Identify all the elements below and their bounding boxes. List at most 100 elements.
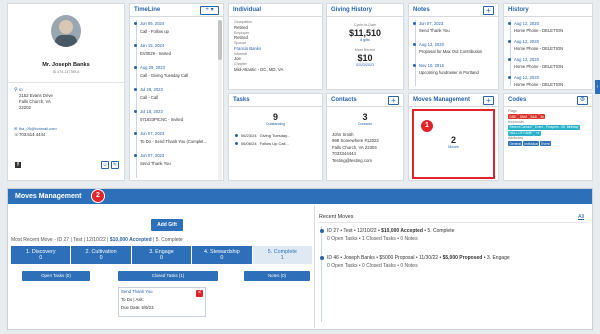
recent-move-item[interactable]: ID 27 • Test • 12/10/22 • $10,000 Accept…: [319, 228, 589, 242]
timeline-item[interactable]: Jun 05, 2024 Call - Follow up: [130, 21, 218, 34]
recent-date[interactable]: 02/23/2023: [327, 63, 403, 68]
timeline-text: Call - Call: [140, 95, 159, 100]
flag-tag[interactable]: 5x: [539, 114, 546, 119]
flag-tag[interactable]: BAD: [529, 114, 539, 119]
history-date: Aug 12, 2020: [514, 39, 539, 44]
stage-tab[interactable]: 1. Discovery 0: [11, 246, 72, 264]
stage-tab[interactable]: 2. Cultivation 0: [71, 246, 132, 264]
note-text: Send Thank You: [419, 28, 450, 33]
note-item[interactable]: Nov 10, 2015 Upcoming fundraiser in Portl…: [409, 63, 498, 75]
move-amount: $5,000 Proposed: [442, 255, 483, 261]
history-item[interactable]: Aug 12, 2020 Home Phone - DELETION: [504, 75, 592, 87]
timeline-scrollbar[interactable]: [218, 20, 222, 180]
profile-id-link[interactable]: ID: [19, 87, 23, 92]
move-dot: [319, 228, 324, 233]
keyword-tag[interactable]: +4: [534, 130, 541, 136]
stage-tab[interactable]: 3. Engage 0: [131, 246, 193, 264]
tasks-title: Tasks: [233, 97, 250, 103]
history-dot: [508, 75, 511, 79]
flag-tag[interactable]: DNE: [508, 114, 518, 119]
email-icon: ✉: [14, 126, 18, 131]
timeline-item[interactable]: Jul 26, 2023 Call - Call: [130, 87, 218, 100]
task-card-title[interactable]: Send Thank You: [121, 289, 203, 294]
open-tasks-button[interactable]: Open Tasks (0): [22, 271, 90, 281]
timeline-item[interactable]: Aug 29, 2023 Call - Giving Tuesday Call: [130, 65, 218, 78]
history-dot: [508, 21, 511, 25]
close-icon[interactable]: ×: [196, 290, 203, 297]
notes-title: Notes: [413, 7, 430, 13]
contact-line: John Smith: [332, 131, 354, 137]
timeline-text: Send Thank You: [140, 161, 171, 166]
callout-badge-1: 1: [420, 119, 434, 133]
moves-sub[interactable]: Moves: [409, 145, 498, 150]
notes-add-button[interactable]: +: [483, 5, 494, 15]
codes-panel: Codes ⚙ Flags DNE DNM BAD 5x Keywords Recent…: [503, 93, 593, 181]
timeline-date: Jun 05, 2024: [140, 21, 165, 26]
stage-count: 0: [99, 254, 103, 261]
stage-count: 0: [220, 254, 224, 261]
address-line-3: 22202: [19, 105, 31, 110]
contacts-title: Contacts: [331, 97, 357, 103]
contact-line: 999 Somewhere #12022: [332, 138, 379, 144]
history-item[interactable]: Aug 12, 2020 Home Phone - DELETION: [504, 21, 592, 33]
moves-add-button[interactable]: +: [483, 95, 494, 105]
move-main: ID 27 • Test • 12/10/22 •: [327, 228, 380, 234]
closed-tasks-button[interactable]: Closed Tasks (1): [118, 271, 218, 281]
attribute-tag[interactable]: Individual: [522, 141, 540, 146]
recent-move-item[interactable]: ID 46 • Joseph Banks • $5000 Proposal • …: [319, 255, 589, 269]
side-collapse-tab[interactable]: ‹: [595, 80, 600, 94]
individual-panel: Individual Occupation Retired Employer Reti…: [228, 3, 323, 90]
notes-button[interactable]: Notes (0): [244, 271, 310, 281]
note-item[interactable]: Jun 07, 2023 Send Thank You: [409, 21, 498, 33]
contacts-add-button[interactable]: +: [388, 95, 399, 105]
profile-email[interactable]: fka_05@hotmail.com: [19, 126, 57, 131]
timeline-dot: [134, 65, 137, 69]
history-dot: [508, 57, 511, 61]
attribute-tag[interactable]: General: [508, 141, 523, 146]
keyword-tag[interactable]: HALL OF FAME: [508, 130, 534, 136]
timeline-date: Jul 26, 2023: [140, 87, 163, 92]
timeline-date: Jan 15, 2024: [140, 43, 165, 48]
individual-title: Individual: [233, 7, 262, 13]
stage-tab[interactable]: 4. Stewardship 0: [192, 246, 253, 264]
history-date: Aug 12, 2020: [514, 21, 539, 26]
all-moves-link[interactable]: All: [578, 214, 584, 220]
timeline-date: Jul 18, 2023: [140, 109, 163, 114]
keyword-tag[interactable]: Event - Prospect - Mr. Birthday: [533, 124, 580, 130]
history-text: Home Phone - DELETION: [514, 46, 564, 51]
flag-tag[interactable]: DNM: [518, 114, 529, 119]
contact-line: Falls Church, VA 22304: [332, 144, 377, 150]
task-item[interactable]: 06/06/24 Follow Up Call...: [235, 141, 318, 146]
codes-settings-button[interactable]: ⚙: [577, 95, 588, 105]
add-gift-button[interactable]: Add Gift: [151, 219, 183, 231]
callout-badge-2: 2: [91, 189, 105, 203]
task-card-line2: Due Date: 5/9/23: [121, 305, 154, 310]
individual-field-value[interactable]: Francis Banks: [234, 46, 317, 51]
note-item[interactable]: Aug 12, 2020 Proposal for Max Out Contrib…: [409, 42, 498, 54]
timeline-item[interactable]: Jun 07, 2023 Send Thank You: [130, 153, 218, 166]
timeline-dot: [134, 21, 137, 25]
attribute-tag[interactable]: Event: [539, 141, 551, 146]
profile-phone: 703.514.4444: [19, 132, 46, 137]
edit-icon[interactable]: ✎: [111, 161, 119, 169]
move-amount: $10,000 Accepted: [381, 228, 423, 234]
timeline-add-button[interactable]: + ▾: [200, 5, 219, 15]
task-item[interactable]: 06/23/24 Giving Tuesday...: [235, 133, 318, 138]
timeline-item[interactable]: Jun 07, 2023 To Do - Send Thank You (Comp…: [130, 131, 218, 144]
most-recent-move-line: Most Recent Move - ID 27 | Test | 12/10/…: [11, 237, 183, 243]
cycle-gifts[interactable]: 8 gifts: [327, 38, 403, 43]
tasks-panel: Tasks 9 Outstanding 06/23/24 Giving Tuesd…: [228, 93, 323, 181]
task-dot: [235, 141, 238, 145]
recent-moves-title: Recent Moves: [319, 214, 354, 220]
history-item[interactable]: Aug 12, 2020 Home Phone - DELETION: [504, 57, 592, 69]
timeline-text: To Do - Send Thank You (Complet...: [140, 139, 207, 144]
timeline-item[interactable]: Jan 15, 2024 EV0029 - Invited: [130, 43, 218, 56]
history-text: Home Phone - DELETION: [514, 64, 564, 69]
timeline-item[interactable]: Jul 18, 2023 071923PICNC - Invited: [130, 109, 218, 122]
id-card-icon[interactable]: ☺: [101, 161, 109, 169]
stage-tab[interactable]: 5. Complete 1: [252, 246, 313, 264]
history-item[interactable]: Aug 12, 2020 Home Phone - DELETION: [504, 39, 592, 51]
keyword-tag[interactable]: Recent Contact: [508, 124, 533, 130]
facebook-icon[interactable]: f: [15, 162, 21, 168]
recent-line-suffix: | 5. Complete: [153, 237, 183, 243]
